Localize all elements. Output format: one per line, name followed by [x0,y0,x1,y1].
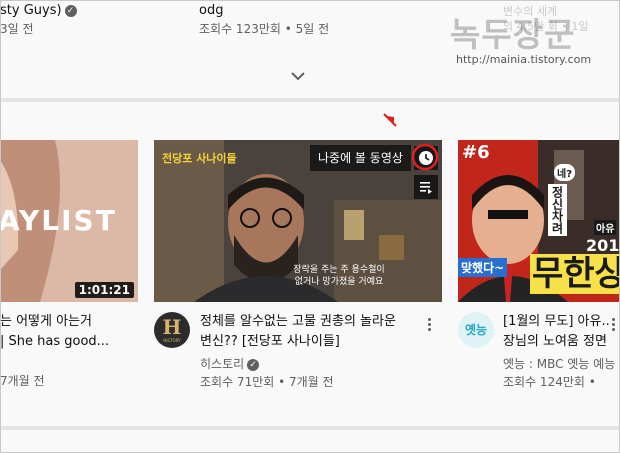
thumb-show-logo: 무한상 [530,254,620,294]
caption-left: 맞했다~ [458,258,508,277]
shelf-divider-bottom [0,426,620,430]
top-mid-channel[interactable]: odg [199,1,223,20]
video-title-1-line1[interactable]: 는 어떻게 아는거 [0,312,92,331]
avatar-letter: H [162,315,182,339]
thumb-subtitle: 장락을 주는 주 용수철이 없거나 망가졌을 거예요 [274,264,404,288]
caption-bubble: 네? [554,164,576,181]
thumb-sticker: 정신차려 [548,184,567,236]
video-thumbnail-3[interactable]: #6 네? 정신차려 아유 2012 맞했다~ 무한상 [458,140,620,302]
avatar-text: 옛능 [464,323,488,337]
video-meta-1: 7개월 전 [0,374,45,388]
more-options-icon[interactable] [428,316,431,333]
thumb-logo-text: 전당포 사나이들 [162,152,237,165]
annotation-circle-icon [411,143,439,171]
more-options-icon[interactable] [612,316,615,333]
verified-icon: ✓ [64,4,77,17]
video-meta-2: 조회수 71만회 • 7개월 전 [200,375,334,389]
watermark-title: 녹두장군 [450,15,576,54]
verified-icon: ✓ [247,358,260,371]
video-meta-3: 조회수 124만회 • [503,375,596,389]
thumb-overlay-text: AYLIST [0,204,117,237]
thumb-subtitle-line1: 장락을 주는 주 용수철이 [293,265,385,275]
video-title-3-line2[interactable]: 장님의 노여움 정면 [503,332,607,351]
video-channel-2[interactable]: 히스토리 ✓ [200,355,260,373]
avatar-caption: HISTORY [163,338,181,343]
top-left-channel[interactable]: sty Guys) ✓ [0,1,77,20]
add-to-queue-icon [420,182,432,194]
video-title-2-line1[interactable]: 정체를 알수없는 고물 권총의 놀라운 [200,312,396,331]
video-title-1-line2[interactable]: | She has good... [0,332,109,351]
thumb-year: 2012 [586,236,620,255]
top-left-meta: 3일 전 [0,22,34,36]
video-title-3-line1[interactable]: [1월의 무도] 아유.. [503,312,610,331]
video-channel-3[interactable]: 옛능 : MBC 옛능 예능 [503,355,615,373]
episode-badge: #6 [462,142,490,163]
watermark-url: http://mainia.tistory.com [456,53,592,66]
video-thumbnail-1[interactable]: AYLIST 1:01:21 [0,140,138,302]
video-title-2-line2[interactable]: 변신?? [전당포 사나이들] [200,332,340,351]
chevron-down-icon[interactable] [286,66,310,86]
shelf-divider-top [0,98,620,102]
channel-avatar-history[interactable]: H HISTORY [154,312,190,348]
caption-side: 아유 [594,220,617,235]
duration-badge: 1:01:21 [74,282,134,298]
channel-avatar-oldneung[interactable]: 옛능 [458,312,494,348]
add-to-queue-button[interactable] [414,175,438,199]
thumb-subtitle-line2: 없거나 망가졌을 거예요 [294,277,384,287]
top-mid-meta: 조회수 123만회 • 5일 전 [199,22,330,36]
